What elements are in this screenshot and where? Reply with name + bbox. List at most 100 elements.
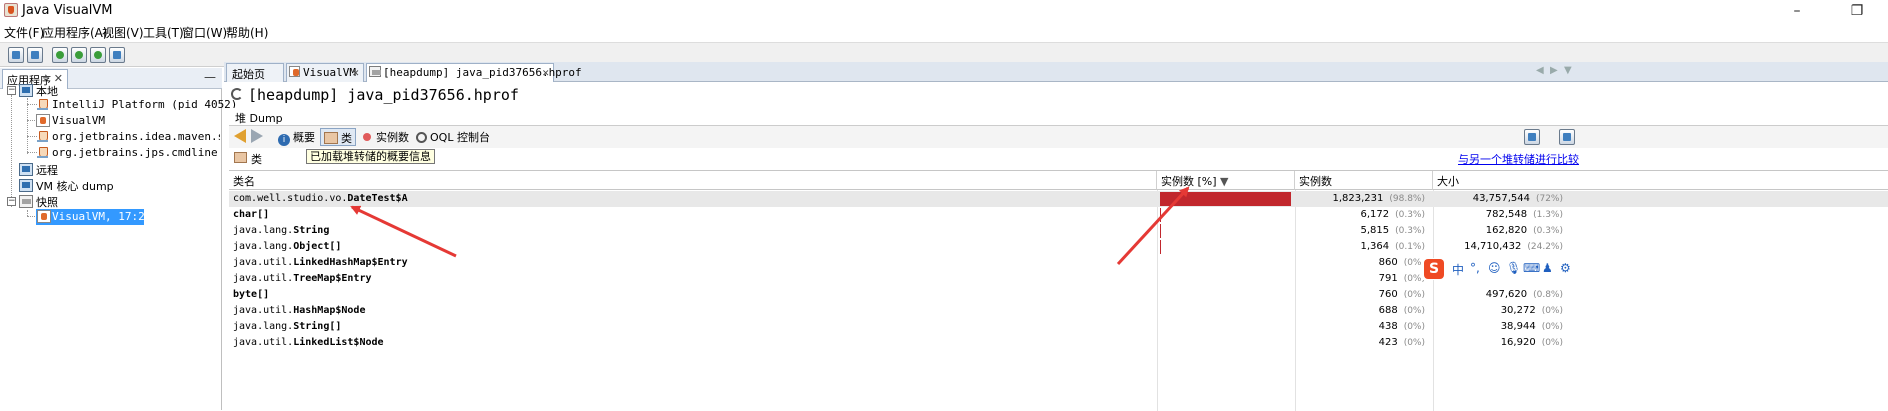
ime-punctuation[interactable]: °,: [1470, 261, 1480, 275]
info-icon: i: [278, 134, 290, 146]
collapse-icon[interactable]: −: [7, 86, 16, 95]
column-header-size[interactable]: 大小: [1433, 171, 1888, 190]
user-icon[interactable]: ♟: [1542, 261, 1553, 275]
add-core-dump-icon[interactable]: [90, 47, 106, 63]
class-name-cell: byte[]: [233, 287, 1153, 303]
tree-node-local[interactable]: − 本地: [0, 82, 220, 98]
forward-arrow-icon[interactable]: [251, 129, 263, 143]
menu-file[interactable]: 文件(F): [4, 24, 44, 41]
instances-percent: (0%): [1403, 306, 1425, 316]
tree-node-maven-server[interactable]: org.jetbrains.idea.maven.server.Re: [0, 129, 220, 145]
save-icon[interactable]: [27, 47, 43, 63]
summary-button[interactable]: i 概要: [275, 128, 318, 146]
keyboard-icon[interactable]: ⌨: [1523, 261, 1540, 275]
percent-bar: [1160, 240, 1161, 254]
document-tab-bar: 起始页 VisualVM ✕ [heapdump] java_pid37656.…: [224, 62, 1888, 82]
compare-heap-dump-link[interactable]: 与另一个堆转储进行比较: [1458, 151, 1579, 167]
table-row[interactable]: byte[] 760 (0%) 497,620 (0.8%): [229, 287, 1888, 303]
instances-button[interactable]: 实例数: [360, 128, 412, 146]
classes-button[interactable]: 类: [320, 128, 356, 146]
table-row[interactable]: java.util.LinkedList$Node 423 (0%) 16,920 (0…: [229, 335, 1888, 351]
table-row[interactable]: java.lang.Object[] 1,364 (0.1%) 14,710,432 (…: [229, 239, 1888, 255]
scroll-tabs-right-icon[interactable]: ▶: [1550, 65, 1558, 76]
remote-host-icon: [19, 163, 33, 176]
tree-node-snapshots[interactable]: − 快照: [0, 193, 220, 209]
emoji-icon[interactable]: ☺: [1488, 261, 1501, 275]
instances-cell: 438 (0%): [1295, 319, 1425, 335]
tab-list-icon[interactable]: ▼: [1564, 65, 1572, 76]
summary-tooltip: 已加载堆转储的概要信息: [306, 149, 435, 164]
toolbar-overflow-icon[interactable]: [1559, 129, 1575, 145]
class-name: byte[]: [233, 289, 270, 300]
close-icon[interactable]: ✕: [542, 67, 549, 79]
menu-help[interactable]: 帮助(H): [226, 24, 268, 41]
package-name: java.util.: [233, 305, 294, 316]
subtab-heap-dump[interactable]: 堆 Dump: [235, 110, 283, 126]
tab-heapdump[interactable]: [heapdump] java_pid37656.hprof ✕: [366, 63, 582, 82]
class-name: String: [293, 225, 330, 236]
size-value: 497,620: [1485, 289, 1528, 300]
skin-icon[interactable]: ⚙: [1560, 261, 1571, 275]
add-remote-host-icon[interactable]: [71, 47, 87, 63]
heap-subtab-bar: 堆 Dump: [229, 108, 1888, 126]
class-name-cell: java.util.HashMap$Node: [233, 303, 1153, 319]
tab-start-page[interactable]: 起始页: [226, 63, 284, 82]
table-row[interactable]: java.util.LinkedHashMap$Entry 860 (0%): [229, 255, 1888, 271]
instances-value: 6,172: [1360, 209, 1390, 220]
save-heap-icon[interactable]: [1524, 129, 1540, 145]
sogou-ime-logo[interactable]: S: [1424, 259, 1444, 279]
tree-node-snapshot-selected[interactable]: VisualVM, 17:27:26: [36, 209, 171, 225]
table-row[interactable]: java.lang.String[] 438 (0%) 38,944 (0%): [229, 319, 1888, 335]
table-row[interactable]: java.util.HashMap$Node 688 (0%) 30,272 (0%): [229, 303, 1888, 319]
tree-node-jps-launcher[interactable]: org.jetbrains.jps.cmdline.Launcher: [0, 145, 220, 161]
microphone-icon[interactable]: 🎙: [1506, 261, 1521, 275]
class-name: LinkedHashMap$Entry: [293, 257, 408, 268]
class-name-cell: java.util.LinkedList$Node: [233, 335, 1153, 351]
class-name: TreeMap$Entry: [293, 273, 372, 284]
menu-tools[interactable]: 工具(T): [143, 24, 184, 41]
menu-view[interactable]: 视图(V): [102, 24, 144, 41]
class-name: HashMap$Node: [293, 305, 366, 316]
table-row[interactable]: char[] 6,172 (0.3%) 782,548 (1.3%): [229, 207, 1888, 223]
snapshot-icon: [37, 210, 51, 223]
table-row[interactable]: java.util.TreeMap$Entry 791 (0%): [229, 271, 1888, 287]
instances-percent-cell: [1158, 303, 1293, 319]
tree-node-remote[interactable]: 远程: [0, 161, 220, 177]
column-header-instances-percent[interactable]: 实例数 [%] ▼: [1157, 171, 1295, 190]
ime-language[interactable]: 中: [1452, 261, 1464, 278]
collapse-icon[interactable]: −: [7, 197, 16, 206]
class-name-cell: java.lang.String: [233, 223, 1153, 239]
table-row[interactable]: java.lang.String 5,815 (0.3%) 162,820 (0.3%): [229, 223, 1888, 239]
restore-window-button[interactable]: ❐: [1842, 2, 1872, 20]
tree-node-intellij[interactable]: IntelliJ Platform (pid 4052): [0, 97, 237, 113]
package-name: java.util.: [233, 257, 294, 268]
loading-icon: [231, 88, 243, 100]
package-name: com.well.studio.vo.: [233, 193, 348, 204]
tree-node-vm-core-dump[interactable]: VM 核心 dump: [0, 177, 220, 193]
tree-node-visualvm[interactable]: VisualVM: [0, 113, 220, 129]
size-percent: (0%): [1541, 306, 1563, 316]
column-header-instances[interactable]: 实例数: [1295, 171, 1433, 190]
menu-application[interactable]: 应用程序(A): [42, 24, 108, 41]
size-cell: 162,820 (0.3%): [1433, 223, 1563, 239]
menu-window[interactable]: 窗口(W): [182, 24, 227, 41]
open-file-icon[interactable]: [8, 47, 24, 63]
scroll-tabs-left-icon[interactable]: ◀: [1536, 65, 1544, 76]
column-header-class-name[interactable]: 类名: [229, 171, 1157, 190]
back-arrow-icon[interactable]: [234, 129, 246, 143]
close-icon[interactable]: ✕: [352, 67, 359, 79]
instances-percent: (0.1%): [1395, 242, 1425, 252]
oql-console-button[interactable]: OQL 控制台: [413, 128, 493, 146]
table-row[interactable]: com.well.studio.vo.DateTest$A 1,823,231 (9…: [229, 191, 1888, 207]
size-value: 16,920: [1500, 337, 1536, 348]
instances-value: 438: [1378, 321, 1398, 332]
tab-visualvm[interactable]: VisualVM ✕: [286, 63, 364, 82]
size-cell: 16,920 (0%): [1433, 335, 1563, 351]
add-jmx-connection-icon[interactable]: [52, 47, 68, 63]
instances-percent: (0%): [1403, 338, 1425, 348]
load-snapshot-icon[interactable]: [109, 47, 125, 63]
instances-percent-cell: [1158, 191, 1293, 207]
minimize-window-button[interactable]: –: [1782, 2, 1812, 20]
instances-cell: 688 (0%): [1295, 303, 1425, 319]
size-percent: (0.3%): [1533, 226, 1563, 236]
